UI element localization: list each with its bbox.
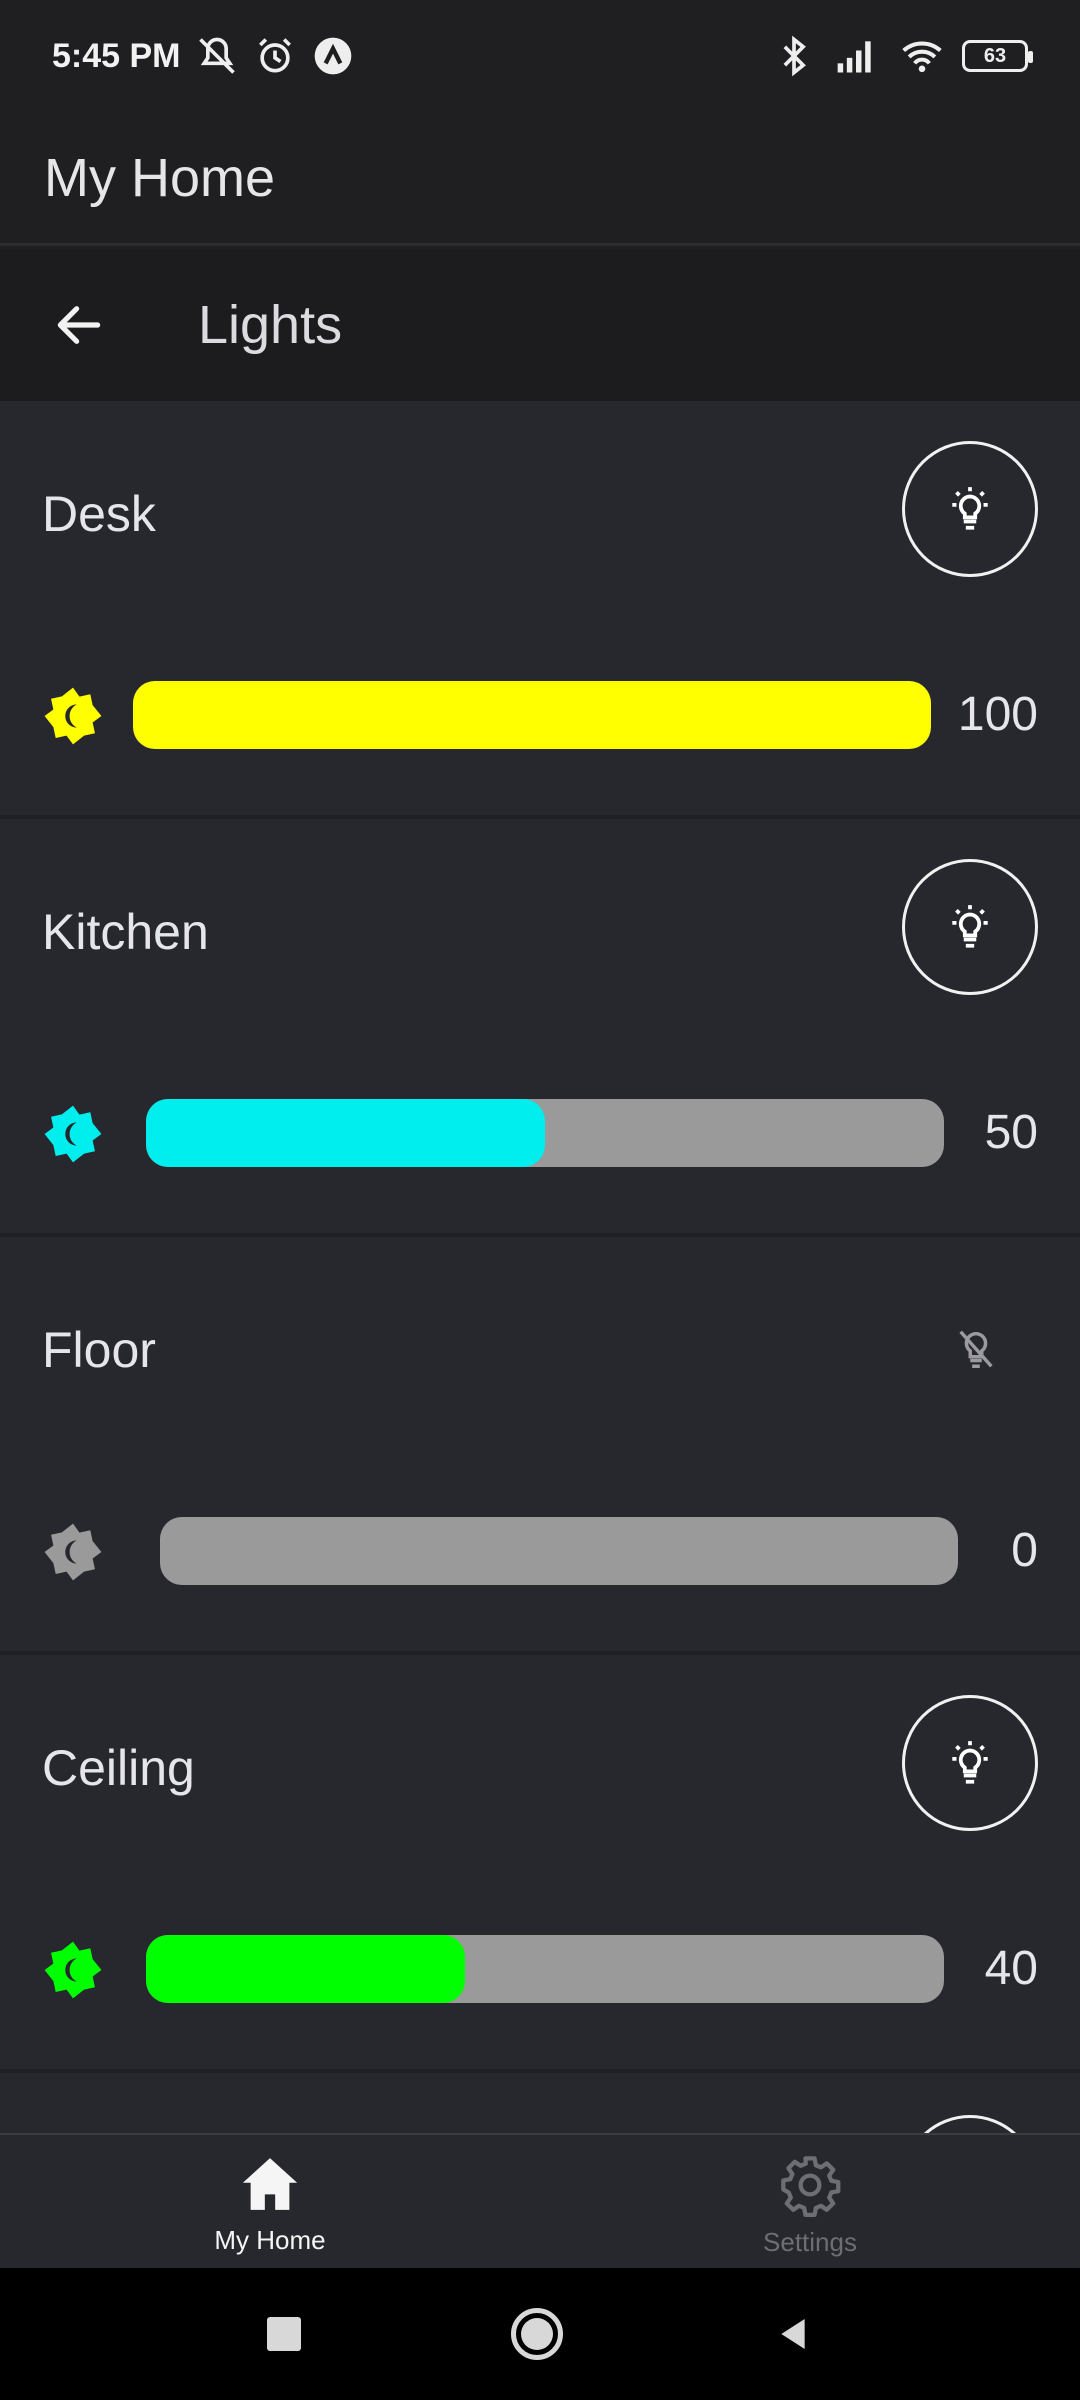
brightness-value: 100 bbox=[957, 688, 1038, 741]
light-card-partial bbox=[0, 2073, 1080, 2133]
brightness-slider-fill bbox=[146, 1935, 466, 2003]
recents-button[interactable] bbox=[267, 2317, 301, 2351]
brightness-icon bbox=[44, 1105, 102, 1163]
brightness-icon bbox=[44, 1523, 102, 1581]
light-toggle-button[interactable] bbox=[902, 441, 1038, 577]
brightness-icon bbox=[44, 1941, 102, 1999]
brightness-slider[interactable] bbox=[160, 1517, 958, 1585]
brightness-slider-fill bbox=[133, 681, 931, 749]
sub-header: Lights bbox=[0, 249, 1080, 401]
light-name: Floor bbox=[42, 1322, 156, 1378]
light-toggle-button[interactable] bbox=[902, 2115, 1038, 2133]
brightness-icon bbox=[44, 687, 102, 745]
light-card-desk: Desk 100 bbox=[0, 401, 1080, 819]
home-icon bbox=[242, 2158, 298, 2210]
brightness-slider[interactable] bbox=[146, 1099, 944, 1167]
nav-label-home: My Home bbox=[214, 2225, 326, 2255]
brightness-value: 0 bbox=[1011, 1524, 1038, 1577]
brightness-value: 40 bbox=[984, 1942, 1038, 1995]
brightness-slider-fill bbox=[146, 1099, 545, 1167]
mute-bell-icon bbox=[198, 37, 235, 74]
light-name: Desk bbox=[42, 486, 156, 542]
light-card-kitchen: Kitchen 50 bbox=[0, 819, 1080, 1237]
status-left: 5:45 PM bbox=[52, 34, 355, 78]
battery-icon: 63 bbox=[962, 40, 1033, 72]
app-title: My Home bbox=[44, 147, 276, 208]
signal-icon bbox=[837, 41, 871, 73]
bottom-navigation: My Home Settings bbox=[0, 2133, 1080, 2268]
brightness-slider[interactable] bbox=[133, 681, 931, 749]
system-navigation-bar bbox=[0, 2268, 1080, 2400]
battery-level: 63 bbox=[983, 44, 1007, 67]
page-title: Lights bbox=[198, 295, 343, 355]
app-notification-icon bbox=[314, 37, 351, 75]
brightness-value: 50 bbox=[984, 1106, 1038, 1159]
arrow-left-icon bbox=[57, 306, 101, 344]
wifi-icon bbox=[902, 41, 942, 73]
status-right: 63 bbox=[772, 34, 1033, 78]
lightbulb-icon bbox=[952, 487, 988, 530]
lightbulb-icon bbox=[952, 1741, 988, 1784]
nav-my-home[interactable]: My Home bbox=[0, 2135, 540, 2268]
back-system-button[interactable] bbox=[773, 2314, 813, 2354]
status-bar: 5:45 PM 63 bbox=[0, 0, 1080, 112]
light-card-floor: Floor 0 bbox=[0, 1237, 1080, 1655]
brightness-slider[interactable] bbox=[146, 1935, 944, 2003]
light-toggle-button[interactable] bbox=[902, 859, 1038, 995]
light-toggle-button[interactable] bbox=[902, 1695, 1038, 1831]
lightbulb-icon bbox=[952, 905, 988, 948]
light-card-ceiling: Ceiling 40 bbox=[0, 1655, 1080, 2073]
app-bar: My Home bbox=[0, 112, 1080, 246]
nav-settings[interactable]: Settings bbox=[540, 2135, 1080, 2268]
status-time: 5:45 PM bbox=[52, 36, 181, 75]
bluetooth-icon bbox=[783, 35, 806, 77]
light-name: Ceiling bbox=[42, 1740, 195, 1796]
alarm-icon bbox=[258, 38, 291, 73]
light-toggle-button[interactable] bbox=[944, 1317, 1008, 1381]
lights-list[interactable]: Desk 100 Kitchen 50 Floor 0 Ceiling 40 bbox=[0, 401, 1080, 2133]
home-system-button[interactable] bbox=[511, 2308, 563, 2360]
light-name: Kitchen bbox=[42, 904, 209, 960]
nav-label-settings: Settings bbox=[763, 2227, 857, 2257]
gear-icon bbox=[781, 2156, 841, 2217]
lightbulb-off-icon bbox=[959, 1330, 993, 1368]
back-button[interactable] bbox=[42, 288, 116, 362]
